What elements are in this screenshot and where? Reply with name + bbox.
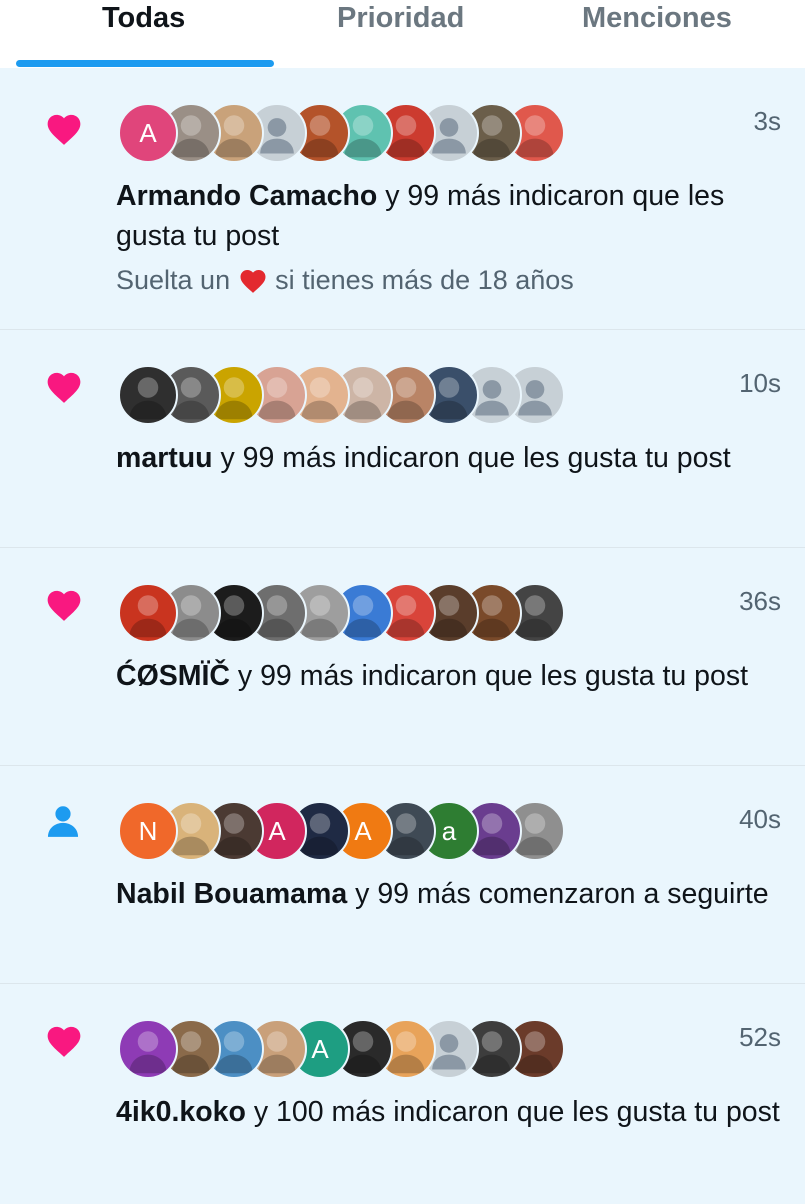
tab-prioridad[interactable]: Prioridad — [337, 2, 464, 35]
timestamp: 52s — [739, 1022, 781, 1052]
avatar-row[interactable] — [118, 583, 565, 643]
avatar-initial: A — [311, 1033, 329, 1064]
avatar-initial: A — [139, 117, 157, 148]
avatar-initial: N — [138, 815, 158, 846]
action-text: y 100 más indicaron que les gusta tu pos… — [245, 1096, 780, 1128]
profile-photo — [129, 595, 167, 638]
notification-item[interactable]: 36s ĆØSMÏČ y 99 más indicaron que les gu… — [0, 548, 805, 766]
red-heart-emoji — [238, 266, 268, 301]
notification-text: Armando Camacho y 99 más indicaron que l… — [116, 176, 781, 256]
user-name[interactable]: Nabil Bouamama — [116, 878, 347, 910]
notification-text: 4ik0.koko y 100 más indicaron que les gu… — [116, 1092, 781, 1132]
timestamp: 10s — [739, 368, 781, 398]
avatar-initial: A — [268, 815, 286, 846]
action-text: y 99 más comenzaron a seguirte — [347, 878, 769, 910]
avatar-row[interactable] — [118, 365, 565, 425]
heart-icon — [44, 1022, 84, 1063]
active-tab-indicator — [16, 60, 274, 67]
timestamp: 3s — [753, 106, 781, 136]
avatar[interactable] — [118, 583, 178, 643]
notifications-tabs: Todas Prioridad Menciones — [0, 0, 805, 68]
tab-menciones[interactable]: Menciones — [582, 2, 732, 35]
preview-text-start: Suelta un — [116, 265, 238, 295]
notification-item[interactable]: A 3s Armando Camacho y 99 más indicaron … — [0, 68, 805, 330]
avatar[interactable]: A — [118, 103, 178, 163]
heart-icon — [44, 368, 84, 409]
avatar-row[interactable]: A — [118, 103, 565, 163]
notifications-feed: A 3s Armando Camacho y 99 más indicaron … — [0, 68, 805, 1204]
user-name[interactable]: Armando Camacho — [116, 180, 377, 212]
notification-text: Nabil Bouamama y 99 más comenzaron a seg… — [116, 874, 781, 914]
action-text: y 99 más indicaron que les gusta tu post — [212, 442, 731, 474]
preview-text-end: si tienes más de 18 años — [267, 265, 574, 295]
avatar[interactable] — [118, 365, 178, 425]
heart-icon — [44, 586, 84, 627]
notification-item[interactable]: N A Aa 40s Nabil Bouamama y 99 más comenza… — [0, 766, 805, 984]
notification-item[interactable]: 10s martuu y 99 más indicaron que les gu… — [0, 330, 805, 548]
avatar[interactable] — [118, 1019, 178, 1079]
avatar-initial: A — [354, 815, 372, 846]
timestamp: 36s — [739, 586, 781, 616]
avatar-initial: a — [441, 815, 457, 846]
notification-item[interactable]: A 52s 4ik0.koko y 100 más indicaron que … — [0, 984, 805, 1204]
person-icon — [44, 802, 82, 845]
notification-text: martuu y 99 más indicaron que les gusta … — [116, 438, 781, 478]
avatar-row[interactable]: N A Aa — [118, 801, 565, 861]
user-name[interactable]: 4ik0.koko — [116, 1096, 246, 1128]
avatar[interactable]: N — [118, 801, 178, 861]
user-name[interactable]: ĆØSMÏČ — [116, 660, 230, 692]
avatar-row[interactable]: A — [118, 1019, 565, 1079]
heart-icon — [44, 110, 84, 151]
user-name[interactable]: martuu — [116, 442, 213, 474]
notification-text: ĆØSMÏČ y 99 más indicaron que les gusta … — [116, 656, 781, 696]
timestamp: 40s — [739, 804, 781, 834]
post-preview[interactable]: Suelta un si tienes más de 18 años — [116, 265, 574, 301]
profile-photo — [129, 377, 167, 420]
action-text: y 99 más indicaron que les gusta tu post — [230, 660, 749, 692]
profile-photo — [129, 1031, 167, 1074]
tab-todas[interactable]: Todas — [102, 2, 185, 35]
